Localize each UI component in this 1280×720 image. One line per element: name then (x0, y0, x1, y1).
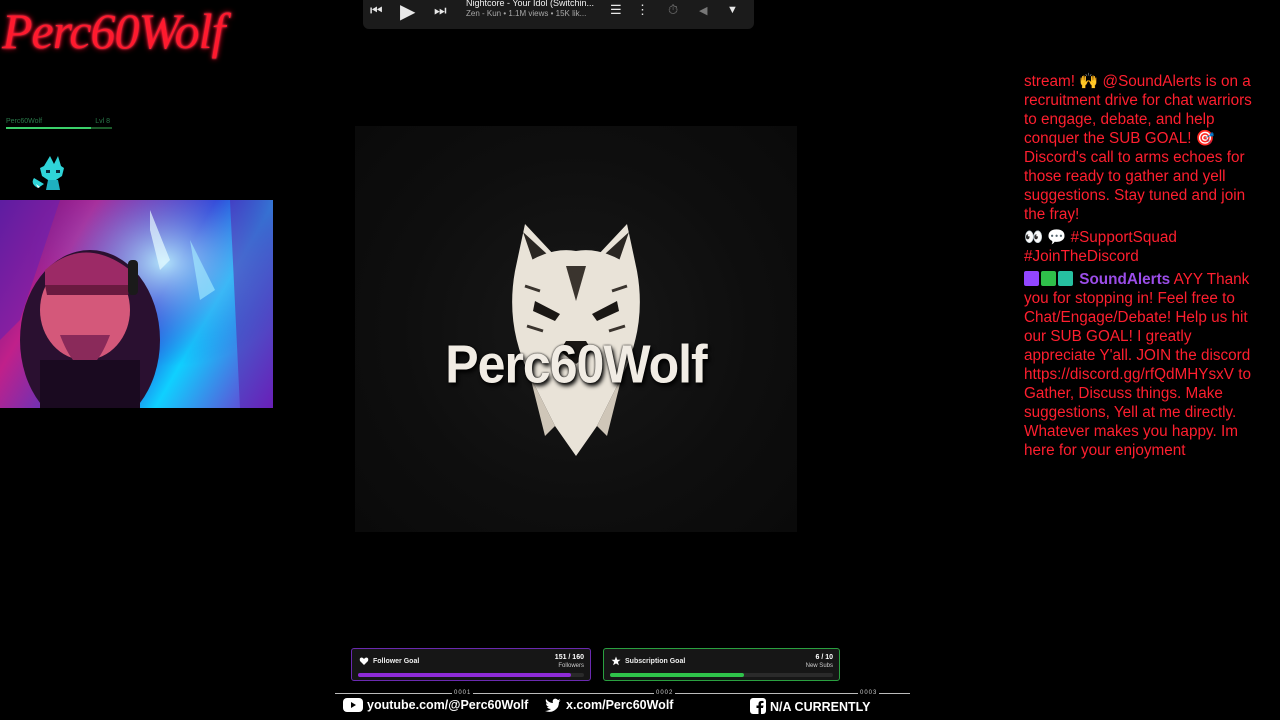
webcam-scene (0, 200, 273, 408)
next-track-button[interactable]: ⏭ (434, 2, 447, 19)
follower-goal-widget: Follower Goal 151 / 160 Followers (351, 648, 591, 681)
follower-goal-label: Follower Goal (373, 658, 420, 665)
chat-author[interactable]: SoundAlerts (1079, 271, 1170, 288)
facebook-icon (750, 698, 766, 714)
x-handle: x.com/Perc60Wolf (566, 698, 674, 712)
chat-panel: stream! 🙌 @SoundAlerts is on a recruitme… (1024, 72, 1260, 464)
x-link[interactable]: x.com/Perc60Wolf (545, 698, 673, 712)
socials-marker-1: 0001 (452, 690, 474, 696)
subscription-goal-unit: New Subs (805, 663, 833, 669)
previous-track-button[interactable]: ⏮ (370, 2, 383, 19)
chat-message: 👀 💬 #SupportSquad #JoinTheDiscord (1024, 229, 1177, 265)
mini-status-track (6, 127, 112, 129)
mini-status-fill (6, 127, 91, 129)
mini-status-value: Lvl 8 (95, 118, 110, 125)
youtube-handle: youtube.com/@Perc60Wolf (367, 698, 529, 712)
follower-goal-count: 151 / 160 (554, 654, 584, 661)
star-icon (611, 656, 621, 666)
youtube-icon (343, 698, 363, 712)
media-player: ⏮ ▶ ⏭ Nightcore - Your Idol (Switchin...… (363, 0, 754, 29)
mini-status-bar: Perc60Wolf Lvl 8 (6, 118, 112, 129)
more-options-icon[interactable]: ⋮ (636, 2, 649, 18)
verified-badge-icon (1041, 271, 1056, 286)
play-button[interactable]: ▶ (400, 0, 415, 24)
webcam-feed (0, 200, 273, 408)
follower-goal-track (358, 673, 584, 677)
socials-marker-2: 0002 (654, 690, 676, 696)
twitch-badge-icon (1024, 271, 1039, 286)
subscription-goal-track (610, 673, 833, 677)
overlay-logo-title: Perc60Wolf (2, 3, 225, 59)
socials-bar: 0001 0002 0003 youtube.com/@Perc60Wolf x… (330, 690, 910, 720)
follower-goal-fill (358, 673, 572, 677)
socials-divider (335, 693, 910, 694)
brand-wordmark: Perc60Wolf (445, 333, 707, 395)
brand-card: Perc60Wolf (355, 126, 797, 532)
fox-mascot-icon (32, 156, 64, 190)
follower-goal-unit: Followers (558, 663, 584, 669)
track-subtitle: Zen - Kun • 1.1M views • 15K lik... (466, 9, 587, 18)
chat-message-text: AYY Thank you for stopping in! Feel free… (1024, 271, 1251, 459)
track-title: Nightcore - Your Idol (Switchin... (466, 0, 595, 8)
collapse-left-icon[interactable]: ◀ (699, 4, 707, 17)
chat-message: stream! 🙌 @SoundAlerts is on a recruitme… (1024, 73, 1252, 223)
wolf-head-icon (512, 224, 640, 456)
heart-icon (359, 657, 369, 665)
timer-icon[interactable]: ⏱ (668, 2, 678, 18)
socials-marker-3: 0003 (858, 690, 880, 696)
chat-message: SoundAlerts AYY Thank you for stopping i… (1024, 270, 1260, 460)
facebook-link[interactable]: N/A CURRENTLY (750, 698, 870, 714)
subscription-goal-label: Subscription Goal (625, 658, 686, 665)
subscription-goal-count: 6 / 10 (815, 654, 833, 661)
subscription-goal-fill (610, 673, 744, 677)
chevron-down-icon[interactable]: ▼ (727, 4, 738, 16)
twitter-bird-icon (545, 698, 561, 712)
queue-icon[interactable]: ☰ (610, 2, 622, 18)
bot-badge-icon (1058, 271, 1073, 286)
youtube-link[interactable]: youtube.com/@Perc60Wolf (343, 698, 528, 712)
facebook-handle: N/A CURRENTLY (770, 700, 871, 714)
subscription-goal-widget: Subscription Goal 6 / 10 New Subs (603, 648, 840, 681)
